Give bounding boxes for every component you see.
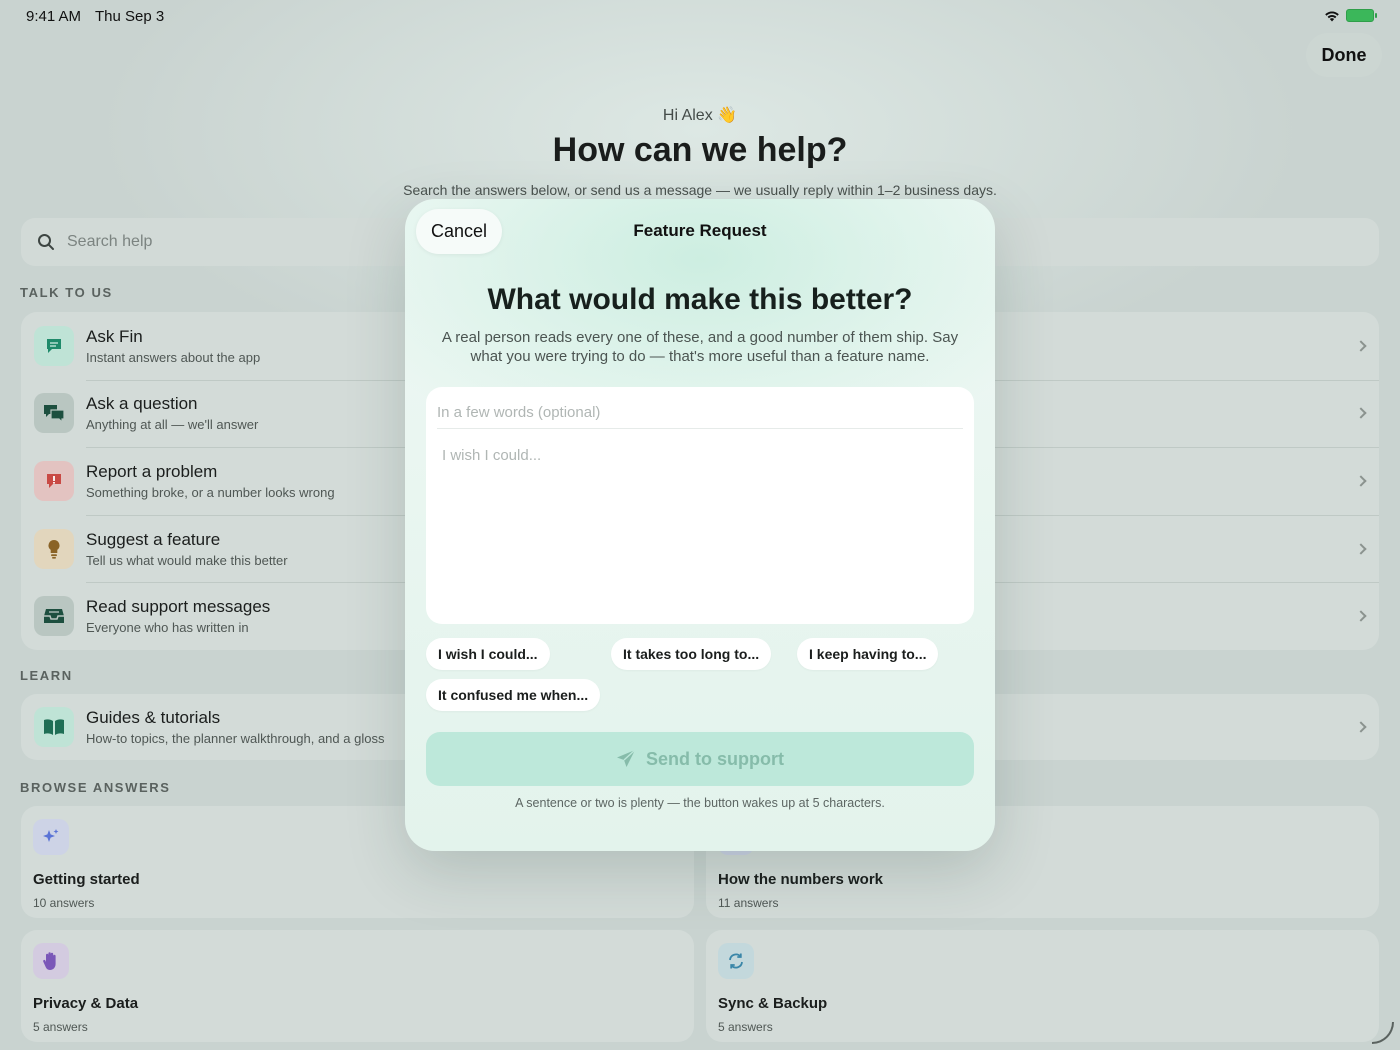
chat-bubble-icon [34, 325, 74, 366]
status-bar: 9:41 AM Thu Sep 3 [26, 8, 1377, 26]
section-label-browse: BROWSE ANSWERS [20, 780, 171, 795]
search-placeholder: Search help [67, 233, 153, 250]
row-title: Suggest a feature [86, 529, 221, 549]
book-icon [34, 707, 74, 747]
tile-count: 5 answers [718, 1020, 773, 1034]
done-button[interactable]: Done [1306, 33, 1382, 77]
chevron-right-icon [1355, 542, 1367, 555]
row-title: Report a problem [86, 461, 218, 481]
row-subtitle: Tell us what would make this better [86, 552, 288, 568]
hint-text: A sentence or two is plenty — the button… [515, 796, 885, 810]
feedback-textarea[interactable] [442, 447, 958, 612]
paper-plane-icon [617, 749, 636, 767]
tile-title: Getting started [33, 871, 140, 888]
row-title: Guides & tutorials [86, 708, 221, 727]
suggestion-chip[interactable]: It takes too long to... [611, 638, 772, 670]
section-label-learn: LEARN [20, 668, 73, 683]
tile-title: How the numbers work [718, 871, 884, 888]
section-label-talk: TALK TO US [20, 285, 113, 300]
tile-count: 11 answers [718, 896, 779, 910]
conversation-icon [34, 393, 74, 434]
status-date: Thu Sep 3 [94, 8, 165, 25]
summary-input[interactable] [437, 395, 963, 429]
modal-description: A real person reads every one of these, … [441, 329, 959, 365]
tray-icon [34, 596, 74, 637]
tile-count: 5 answers [33, 1020, 88, 1034]
tile-sync-backup[interactable]: Sync & Backup 5 answers [706, 930, 1379, 1042]
hero: Hi Alex 👋 How can we help? Search the an… [0, 105, 1400, 198]
tile-count: 10 answers [33, 896, 95, 910]
row-subtitle: Instant answers about the app [86, 349, 261, 365]
suggestion-chip[interactable]: It confused me when... [426, 679, 601, 711]
send-to-support-button[interactable]: Send to support [426, 732, 974, 786]
row-subtitle: Something broke, or a number looks wrong [86, 484, 335, 500]
modal-heading: What would make this better? [487, 283, 913, 316]
chevron-right-icon [1355, 340, 1367, 352]
resize-handle-icon[interactable] [1372, 1022, 1394, 1044]
tile-title: Privacy & Data [33, 995, 139, 1012]
lightbulb-icon [34, 528, 74, 569]
chevron-right-icon [1355, 407, 1367, 420]
row-title: Ask a question [86, 394, 198, 414]
page-subtitle: Search the answers below, or send us a m… [403, 182, 997, 198]
row-subtitle: Anything at all — we'll answer [86, 417, 259, 433]
field-divider [437, 428, 963, 429]
row-subtitle: Everyone who has written in [86, 620, 249, 636]
battery-icon [1346, 9, 1377, 22]
tile-title: Sync & Backup [718, 995, 828, 1012]
feature-request-modal: Cancel Feature Request What would make t… [405, 199, 995, 851]
feedback-field [426, 387, 974, 624]
modal-title: Feature Request [633, 221, 767, 240]
status-time: 9:41 AM [26, 8, 82, 25]
greeting: Hi Alex 👋 [662, 107, 738, 124]
suggestion-chip[interactable]: I wish I could... [426, 638, 550, 670]
chevron-right-icon [1355, 721, 1367, 733]
suggestion-chip[interactable]: I keep having to... [797, 638, 939, 670]
row-subtitle: How-to topics, the planner walkthrough, … [86, 731, 385, 746]
sync-icon [718, 943, 754, 979]
send-label: Send to support [646, 748, 784, 769]
sparkles-icon [33, 819, 69, 855]
search-icon [38, 234, 54, 250]
wifi-icon [1325, 10, 1339, 21]
row-title: Read support messages [86, 597, 271, 617]
chevron-right-icon [1355, 610, 1367, 622]
page-title: How can we help? [552, 131, 848, 169]
hand-icon [33, 943, 69, 979]
row-title: Ask Fin [86, 326, 143, 346]
tile-privacy-data[interactable]: Privacy & Data 5 answers [21, 930, 694, 1042]
exclamation-bubble-icon [34, 460, 74, 501]
chevron-right-icon [1355, 475, 1367, 487]
